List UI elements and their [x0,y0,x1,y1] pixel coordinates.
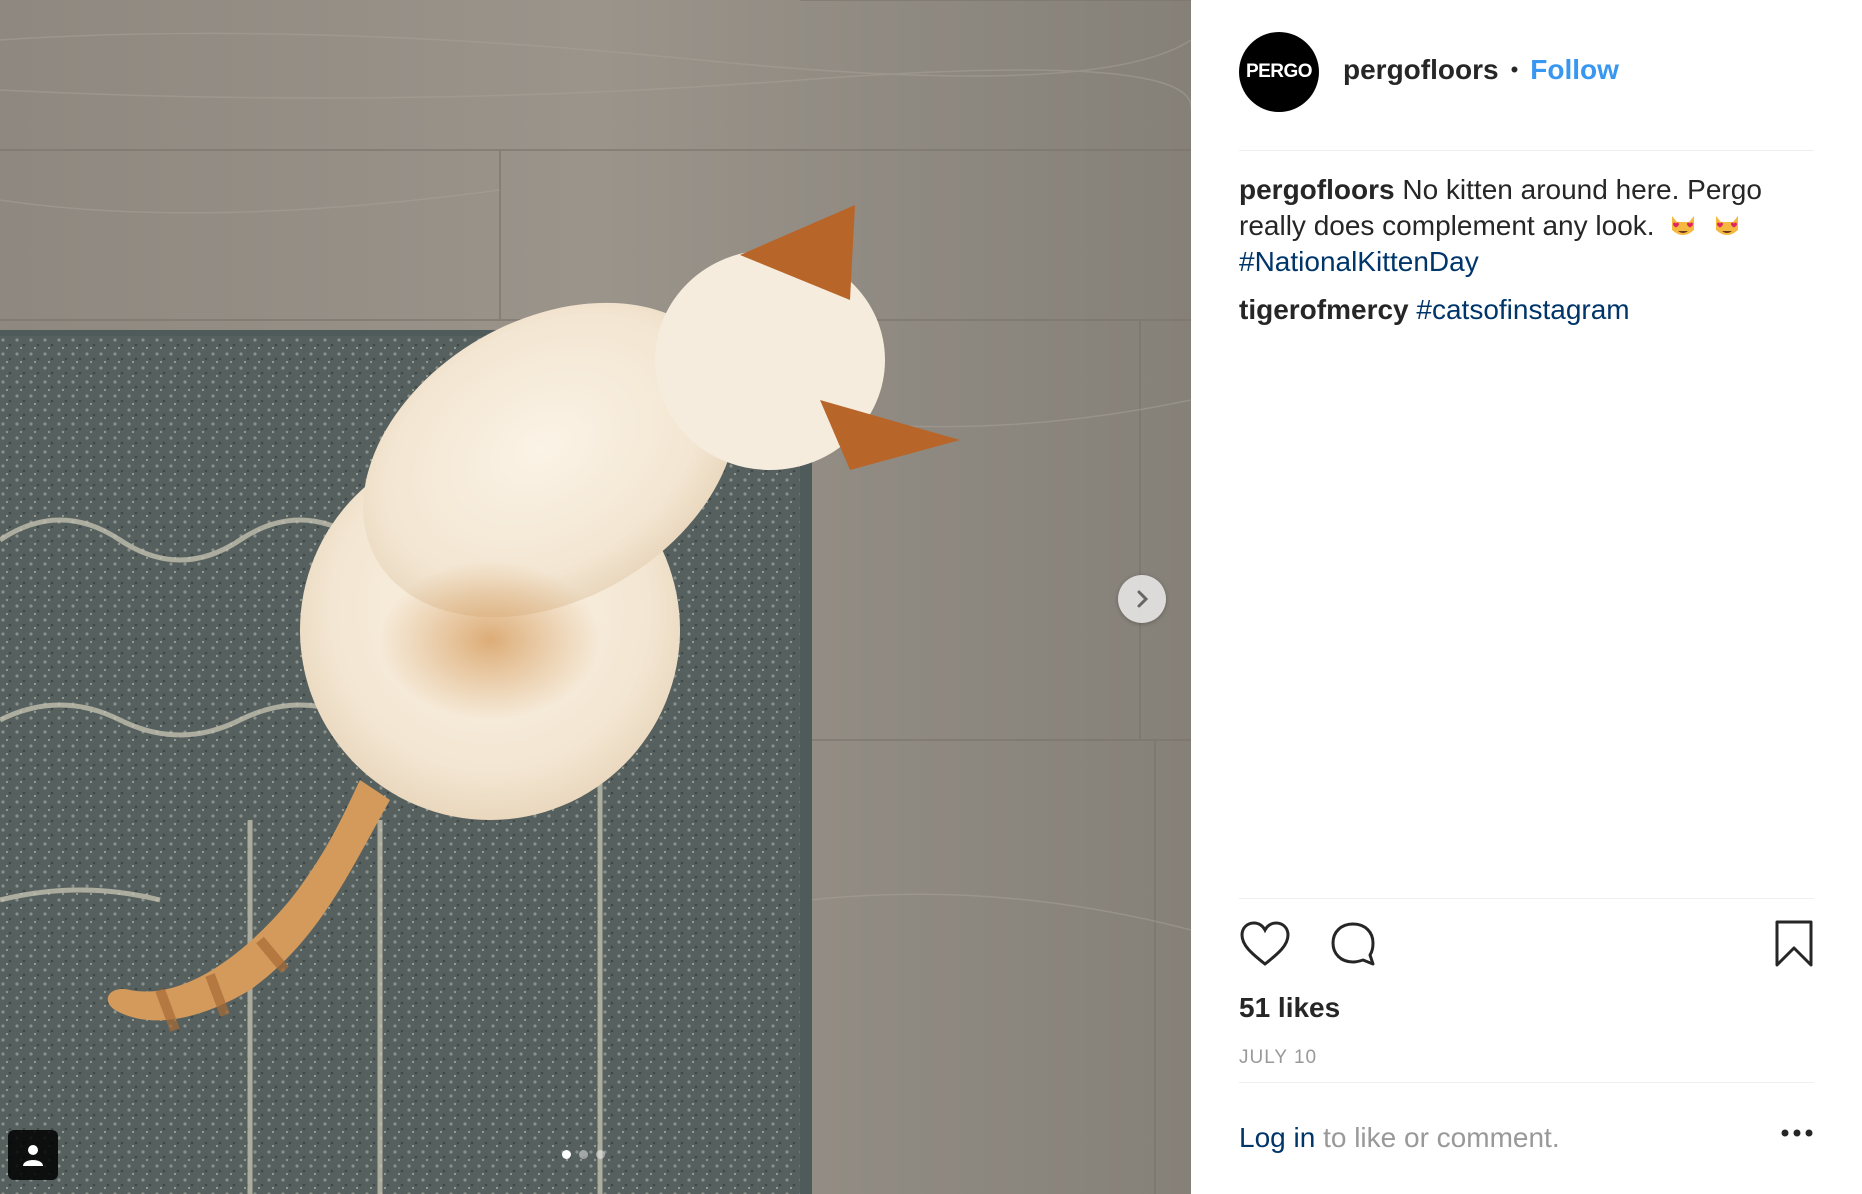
bookmark-icon[interactable] [1774,920,1814,968]
heart-icon[interactable] [1239,920,1291,968]
cat-photo [0,0,1191,1194]
heart-eyes-cat-emoji-icon [1716,216,1739,235]
login-prompt: Log in to like or comment. [1239,1122,1560,1154]
comments-list: pergofloors No kitten around here. Pergo… [1239,172,1802,340]
login-prompt-text: to like or comment. [1323,1122,1560,1153]
header-separator: • [1510,57,1519,82]
caption: pergofloors No kitten around here. Pergo… [1239,172,1802,280]
avatar[interactable]: PERGO [1239,32,1319,112]
user-tag-icon [23,1145,43,1166]
chevron-right-icon [1137,590,1149,608]
post-sidebar: PERGO pergofloors • Follow pergofloors N… [1191,0,1862,1194]
comment-username[interactable]: pergofloors [1239,174,1395,205]
login-link[interactable]: Log in [1239,1122,1315,1153]
carousel-dot-2 [579,1150,588,1159]
avatar-logo: PERGO [1245,61,1313,82]
header-username[interactable]: pergofloors [1343,54,1499,86]
tagged-users-button[interactable] [8,1130,58,1180]
comment-item: tigerofmercy #catsofinstagram [1239,292,1802,328]
comment-username[interactable]: tigerofmercy [1239,294,1409,325]
likes-count[interactable]: 51 likes [1239,992,1340,1024]
carousel-dot-3 [596,1150,605,1159]
ellipsis-icon[interactable] [1780,1128,1814,1138]
hashtag-link[interactable]: #NationalKittenDay [1239,246,1479,277]
action-bar [1239,920,1814,976]
next-image-button[interactable] [1118,575,1166,623]
post-header: PERGO pergofloors • Follow [1239,32,1814,151]
follow-button[interactable]: Follow [1530,54,1619,86]
divider [1239,1082,1814,1083]
carousel-dot-1 [562,1150,571,1159]
heart-eyes-cat-emoji-icon [1672,216,1695,235]
comment-icon[interactable] [1329,920,1377,968]
hashtag-link[interactable]: #catsofinstagram [1416,294,1629,325]
post-image[interactable] [0,0,1191,1194]
divider [1239,898,1814,899]
post-date[interactable]: JULY 10 [1239,1047,1317,1069]
carousel-indicator [562,1150,605,1159]
